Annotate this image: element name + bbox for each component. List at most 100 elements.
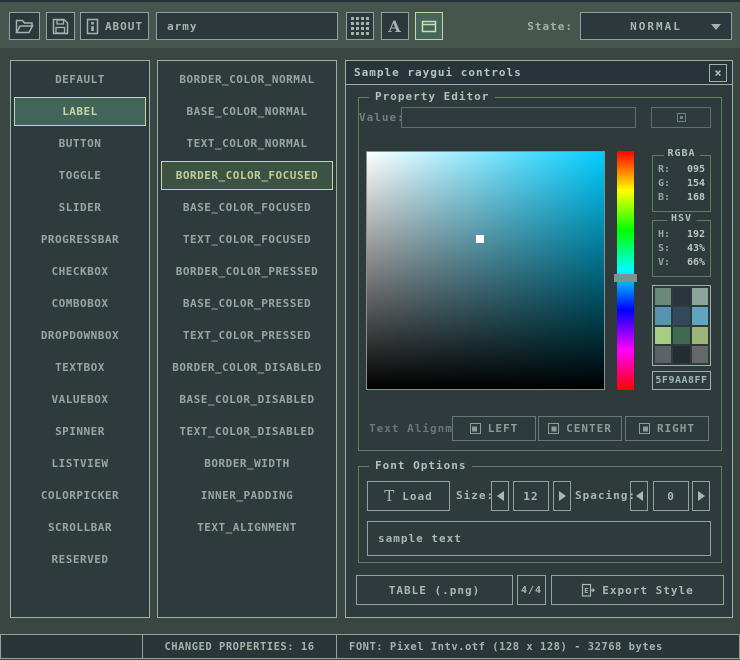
color-swatch[interactable] bbox=[673, 346, 689, 363]
about-button[interactable]: ABOUT bbox=[80, 12, 149, 40]
list-item[interactable]: TEXT_COLOR_NORMAL bbox=[161, 129, 333, 158]
hue-slider-handle[interactable] bbox=[614, 274, 637, 282]
list-item[interactable]: CHECKBOX bbox=[14, 257, 146, 286]
align-center-icon bbox=[548, 423, 559, 434]
page-counter[interactable]: 4/4 bbox=[517, 575, 546, 605]
list-item[interactable]: BASE_COLOR_FOCUSED bbox=[161, 193, 333, 222]
s-label: S: bbox=[658, 242, 670, 256]
font-view-button[interactable]: A bbox=[381, 12, 409, 40]
load-label: Load bbox=[402, 490, 433, 503]
g-value: 154 bbox=[687, 177, 705, 191]
list-item[interactable]: BORDER_COLOR_PRESSED bbox=[161, 257, 333, 286]
list-item[interactable]: COLORPICKER bbox=[14, 481, 146, 510]
folder-open-icon bbox=[15, 19, 34, 34]
color-swatch[interactable] bbox=[655, 346, 671, 363]
grid-view-button[interactable] bbox=[346, 12, 374, 40]
property-editor-title: Property Editor bbox=[369, 90, 495, 103]
list-item[interactable]: BASE_COLOR_PRESSED bbox=[161, 289, 333, 318]
s-value: 43% bbox=[687, 242, 705, 256]
color-picker-cursor[interactable] bbox=[476, 235, 484, 243]
list-item[interactable]: RESERVED bbox=[14, 545, 146, 574]
value-button[interactable] bbox=[651, 107, 711, 128]
r-value: 095 bbox=[687, 163, 705, 177]
align-center-button[interactable]: CENTER bbox=[538, 416, 622, 441]
list-item[interactable]: LISTVIEW bbox=[14, 449, 146, 478]
list-item[interactable]: TOGGLE bbox=[14, 161, 146, 190]
list-item[interactable]: INNER_PADDING bbox=[161, 481, 333, 510]
list-item[interactable]: TEXTBOX bbox=[14, 353, 146, 382]
list-item[interactable]: TEXT_COLOR_FOCUSED bbox=[161, 225, 333, 254]
hex-color-input[interactable]: 5F9AA8FF bbox=[652, 371, 711, 390]
list-item[interactable]: TEXT_COLOR_PRESSED bbox=[161, 321, 333, 350]
list-item[interactable]: LABEL bbox=[14, 97, 146, 126]
list-item[interactable]: SLIDER bbox=[14, 193, 146, 222]
changed-properties-text: CHANGED PROPERTIES: 16 bbox=[164, 641, 314, 653]
hsv-row-h: H: 192 bbox=[653, 228, 710, 242]
table-export-button[interactable]: TABLE (.png) bbox=[356, 575, 513, 605]
list-item[interactable]: DEFAULT bbox=[14, 65, 146, 94]
g-label: G: bbox=[658, 177, 670, 191]
state-dropdown[interactable]: NORMAL bbox=[580, 12, 732, 40]
value-label: Value: bbox=[359, 107, 405, 128]
b-value: 168 bbox=[687, 191, 705, 205]
list-item[interactable]: BORDER_COLOR_NORMAL bbox=[161, 65, 333, 94]
value-input[interactable] bbox=[401, 107, 636, 128]
color-swatch[interactable] bbox=[692, 307, 708, 324]
color-swatch[interactable] bbox=[655, 307, 671, 324]
color-swatch[interactable] bbox=[692, 288, 708, 305]
hex-color-value: 5F9AA8FF bbox=[655, 375, 707, 386]
font-options-title: Font Options bbox=[369, 459, 472, 472]
window-titlebar[interactable]: Sample raygui controls bbox=[346, 61, 732, 85]
close-button[interactable]: × bbox=[709, 64, 727, 82]
list-item[interactable]: TEXT_ALIGNMENT bbox=[161, 513, 333, 542]
list-item[interactable]: BUTTON bbox=[14, 129, 146, 158]
spacing-decrement-button[interactable] bbox=[630, 481, 648, 511]
close-icon: × bbox=[714, 66, 721, 80]
list-item[interactable]: TEXT_COLOR_DISABLED bbox=[161, 417, 333, 446]
size-increment-button[interactable] bbox=[553, 481, 571, 511]
grid-icon bbox=[351, 17, 369, 35]
controls-view-button[interactable] bbox=[415, 12, 443, 40]
list-item[interactable]: BASE_COLOR_NORMAL bbox=[161, 97, 333, 126]
statusbar-left-segment bbox=[0, 634, 143, 659]
h-label: H: bbox=[658, 228, 670, 242]
align-left-label: LEFT bbox=[488, 422, 519, 435]
color-swatch[interactable] bbox=[655, 288, 671, 305]
align-left-button[interactable]: LEFT bbox=[452, 416, 536, 441]
list-item[interactable]: COMBOBOX bbox=[14, 289, 146, 318]
list-item[interactable]: BASE_COLOR_DISABLED bbox=[161, 385, 333, 414]
color-swatch[interactable] bbox=[692, 346, 708, 363]
list-item[interactable]: PROGRESSBAR bbox=[14, 225, 146, 254]
list-item[interactable]: BORDER_WIDTH bbox=[161, 449, 333, 478]
color-swatch[interactable] bbox=[655, 327, 671, 344]
style-name-input[interactable] bbox=[156, 12, 338, 40]
sample-text-input[interactable] bbox=[367, 521, 711, 556]
color-swatch[interactable] bbox=[692, 327, 708, 344]
save-file-button[interactable] bbox=[46, 12, 75, 40]
color-saturation-panel[interactable] bbox=[366, 151, 605, 390]
color-swatch[interactable] bbox=[673, 307, 689, 324]
list-item[interactable]: BORDER_COLOR_DISABLED bbox=[161, 353, 333, 382]
state-value: NORMAL bbox=[630, 20, 682, 33]
hue-slider[interactable] bbox=[617, 151, 634, 390]
align-right-label: RIGHT bbox=[657, 422, 695, 435]
align-center-label: CENTER bbox=[566, 422, 612, 435]
color-swatch[interactable] bbox=[673, 327, 689, 344]
size-decrement-button[interactable] bbox=[491, 481, 509, 511]
export-style-button[interactable]: E Export Style bbox=[551, 575, 724, 605]
list-item[interactable]: VALUEBOX bbox=[14, 385, 146, 414]
align-right-button[interactable]: RIGHT bbox=[625, 416, 709, 441]
export-label: Export Style bbox=[602, 584, 693, 597]
list-item[interactable]: SPINNER bbox=[14, 417, 146, 446]
size-value-box[interactable]: 12 bbox=[513, 481, 549, 511]
spacing-increment-button[interactable] bbox=[692, 481, 710, 511]
open-file-button[interactable] bbox=[9, 12, 40, 40]
spacing-value-box[interactable]: 0 bbox=[653, 481, 689, 511]
list-item[interactable]: SCROLLBAR bbox=[14, 513, 146, 542]
text-t-icon: T bbox=[384, 487, 395, 505]
color-swatch[interactable] bbox=[673, 288, 689, 305]
list-item[interactable]: BORDER_COLOR_FOCUSED bbox=[161, 161, 333, 190]
load-font-button[interactable]: T Load bbox=[367, 481, 450, 511]
rgba-title: RGBA bbox=[663, 148, 699, 159]
list-item[interactable]: DROPDOWNBOX bbox=[14, 321, 146, 350]
